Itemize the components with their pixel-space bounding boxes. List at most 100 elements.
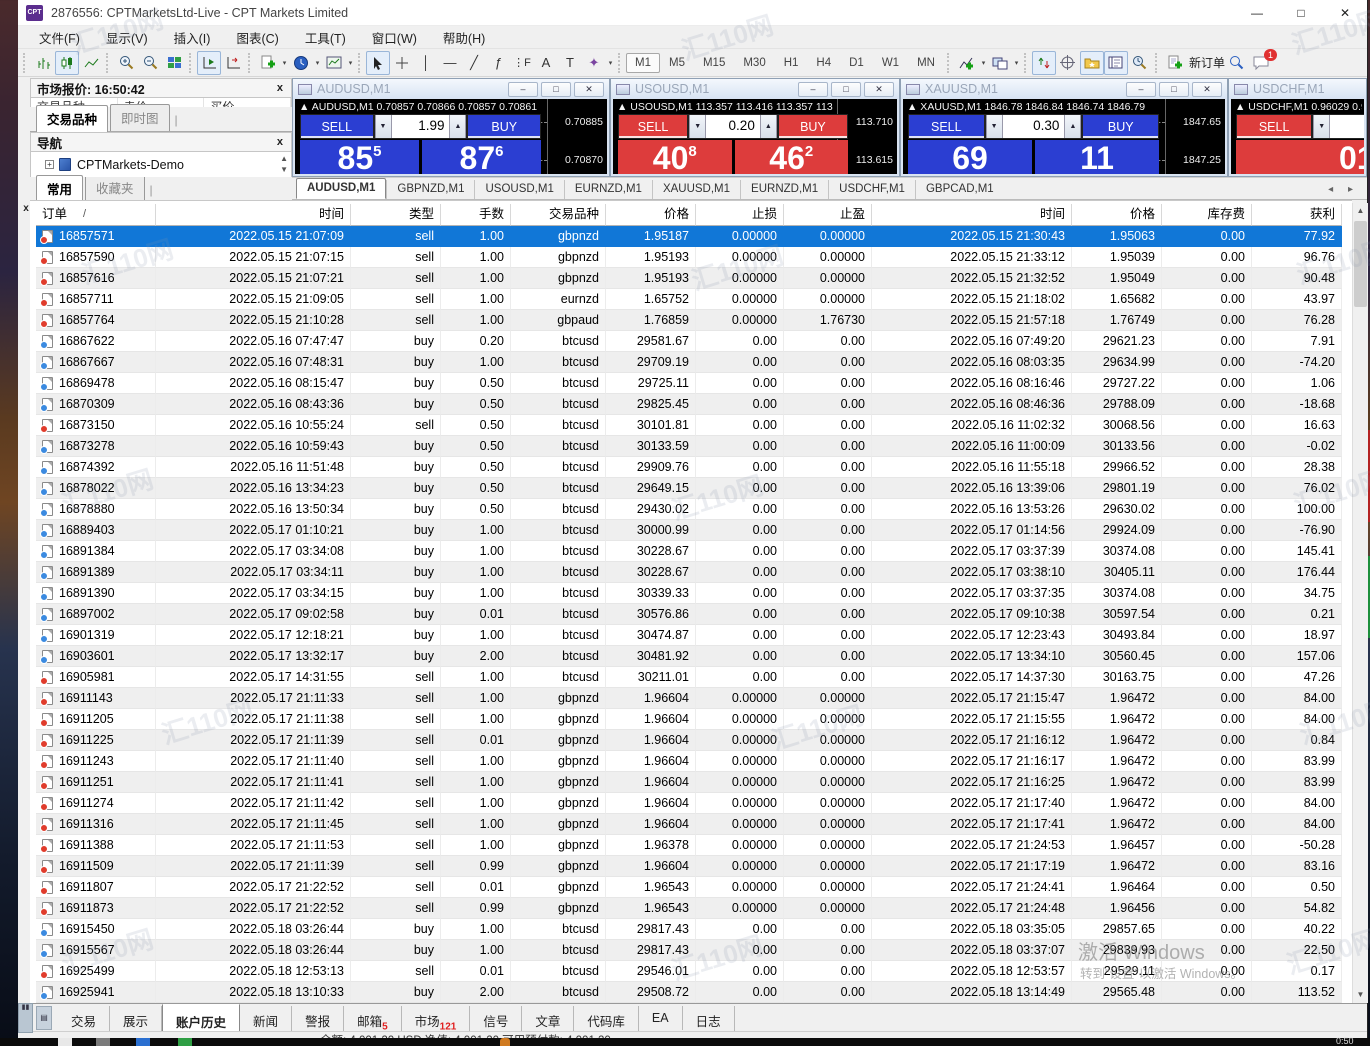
menu-item-4[interactable]: 工具(T)	[292, 25, 359, 50]
chart-canvas[interactable]: ▲ AUDUSD,M1 0.70857 0.70866 0.70857 0.70…	[295, 99, 607, 174]
table-row[interactable]: 169259412022.05.18 13:10:33buy2.00btcusd…	[36, 982, 1342, 1003]
favorites-folder-icon[interactable]	[1080, 51, 1104, 75]
chart-canvas[interactable]: ▲ USDCHF,M1 0.96029 0.96 SELL ▼ ▲ BUY 01…	[1231, 99, 1364, 174]
history-panel-close-icon[interactable]: x	[20, 203, 32, 215]
new-window-dropdown-icon[interactable]: ▾	[1012, 51, 1021, 75]
chart-minimize-icon[interactable]: –	[1126, 82, 1156, 97]
text-icon[interactable]: A	[534, 51, 558, 75]
line-chart-icon[interactable]	[79, 51, 103, 75]
chart-tab-4[interactable]: XAUUSD,M1	[652, 180, 740, 199]
header-col-8[interactable]: 时间	[872, 204, 1072, 226]
table-row[interactable]: 169112742022.05.17 21:11:42sell1.00gbpnz…	[36, 793, 1342, 814]
table-scrollbar[interactable]: ▲ ▼	[1352, 203, 1368, 1003]
cursor-icon[interactable]	[366, 51, 390, 75]
table-row[interactable]: 169254992022.05.18 12:53:13sell0.01btcus…	[36, 961, 1342, 982]
table-row[interactable]: 169036012022.05.17 13:32:17buy2.00btcusd…	[36, 646, 1342, 667]
header-col-6[interactable]: 止损	[696, 204, 784, 226]
maximize-icon[interactable]: □	[1279, 0, 1323, 26]
table-row[interactable]: 169118072022.05.17 21:22:52sell0.01gbpnz…	[36, 877, 1342, 898]
candlestick-chart-icon[interactable]	[55, 51, 79, 75]
templates-dropdown-icon[interactable]: ▾	[346, 51, 355, 75]
arrows-tool-icon[interactable]: ✦	[582, 51, 606, 75]
volume-input[interactable]: 0.20	[706, 115, 760, 138]
table-row[interactable]: 169013192022.05.17 12:18:21buy1.00btcusd…	[36, 625, 1342, 646]
bottom-tab-10[interactable]: EA	[639, 1006, 683, 1030]
trendline-icon[interactable]: ╱	[462, 51, 486, 75]
volume-up-icon[interactable]: ▲	[760, 115, 777, 138]
tab-favorites[interactable]: 收藏夹	[85, 174, 145, 201]
header-col-5[interactable]: 价格	[606, 204, 696, 226]
search-icon[interactable]	[1225, 51, 1249, 75]
table-row[interactable]: 168788802022.05.16 13:50:34buy0.50btcusd…	[36, 499, 1342, 520]
menu-item-2[interactable]: 插入(I)	[161, 25, 224, 50]
tab-symbols[interactable]: 交易品种	[36, 105, 108, 132]
chart-tab-6[interactable]: USDCHF,M1	[828, 180, 915, 199]
new-order-list-icon[interactable]	[1163, 51, 1187, 75]
volume-up-icon[interactable]: ▲	[449, 115, 466, 138]
volume-input[interactable]: 1.99	[392, 115, 450, 138]
auto-scroll-icon[interactable]	[197, 51, 221, 75]
close-icon[interactable]: ✕	[1323, 0, 1367, 26]
timeframe-m15[interactable]: M15	[694, 53, 734, 73]
scroll-up-icon[interactable]: ▲	[1353, 203, 1368, 219]
chart-tab-0[interactable]: AUDUSD,M1	[296, 178, 386, 199]
header-col-7[interactable]: 止盈	[784, 204, 872, 226]
new-order-label[interactable]: 新订单	[1189, 54, 1225, 71]
chart-restore-icon[interactable]: □	[831, 82, 861, 97]
table-row[interactable]: 169112252022.05.17 21:11:39sell0.01gbpnz…	[36, 730, 1342, 751]
chart-title-bar[interactable]: USOUSD,M1 – □ ✕	[611, 79, 899, 99]
menu-item-1[interactable]: 显示(V)	[93, 25, 161, 50]
table-row[interactable]: 168913892022.05.17 03:34:11buy1.00btcusd…	[36, 562, 1342, 583]
volume-down-icon[interactable]: ▼	[1313, 115, 1330, 138]
sell-button[interactable]: SELL	[1236, 114, 1312, 139]
equidistant-channel-icon[interactable]: ƒ	[486, 51, 510, 75]
table-row[interactable]: 168577642022.05.15 21:10:28sell1.00gbpau…	[36, 310, 1342, 331]
zoom-out-icon[interactable]	[138, 51, 162, 75]
table-row[interactable]: 168576162022.05.15 21:07:21sell1.00gbpnz…	[36, 268, 1342, 289]
sell-button[interactable]: SELL	[300, 114, 374, 139]
table-row[interactable]: 169112512022.05.17 21:11:41sell1.00gbpnz…	[36, 772, 1342, 793]
notifications-icon[interactable]: 1	[1249, 51, 1273, 75]
chart-canvas[interactable]: ▲ USOUSD,M1 113.357 113.416 113.357 113.…	[613, 99, 897, 174]
taskbar-icon[interactable]	[96, 1038, 110, 1046]
table-row[interactable]: 168577112022.05.15 21:09:05sell1.00eurnz…	[36, 289, 1342, 310]
zoom-in-icon[interactable]	[114, 51, 138, 75]
chart-title-bar[interactable]: XAUUSD,M1 – □ ✕	[901, 79, 1227, 99]
chart-restore-icon[interactable]: □	[541, 82, 571, 97]
timeframe-m1[interactable]: M1	[626, 53, 660, 73]
taskbar-icon[interactable]	[136, 1038, 150, 1046]
chart-restore-icon[interactable]: □	[1159, 82, 1189, 97]
header-col-10[interactable]: 库存费	[1162, 204, 1252, 226]
header-col-3[interactable]: 手数	[441, 204, 511, 226]
account-node[interactable]: CPTMarkets-Demo	[77, 158, 184, 172]
tile-windows-icon[interactable]	[162, 51, 186, 75]
templates-icon[interactable]	[322, 51, 346, 75]
menu-item-5[interactable]: 窗口(W)	[359, 25, 430, 50]
table-row[interactable]: 169113162022.05.17 21:11:45sell1.00gbpnz…	[36, 814, 1342, 835]
table-row[interactable]: 168676672022.05.16 07:48:31buy1.00btcusd…	[36, 352, 1342, 373]
taskbar-icon[interactable]	[58, 1038, 72, 1046]
data-window-target-icon[interactable]	[1056, 51, 1080, 75]
chart-tab-5[interactable]: EURNZD,M1	[740, 180, 828, 199]
volume-down-icon[interactable]: ▼	[689, 115, 706, 138]
table-row[interactable]: 168676222022.05.16 07:47:47buy0.20btcusd…	[36, 331, 1342, 352]
header-col-4[interactable]: 交易品种	[511, 204, 606, 226]
chart-minimize-icon[interactable]: –	[508, 82, 538, 97]
terminal-panel-icon[interactable]	[1104, 51, 1128, 75]
buy-button[interactable]: BUY	[778, 114, 848, 139]
table-row[interactable]: 169118732022.05.17 21:22:52sell0.99gbpnz…	[36, 898, 1342, 919]
volume-down-icon[interactable]: ▼	[375, 115, 392, 138]
tab-tick-chart[interactable]: 即时图	[110, 104, 170, 131]
chart-canvas[interactable]: ▲ XAUUSD,M1 1846.78 1846.84 1846.74 1846…	[903, 99, 1225, 174]
add-indicator-dropdown-icon[interactable]: ▾	[979, 51, 988, 75]
windows-taskbar[interactable]: 0:50	[0, 1038, 1370, 1046]
chart-close-icon[interactable]: ✕	[864, 82, 894, 97]
table-row[interactable]: 168970022022.05.17 09:02:58buy0.01btcusd…	[36, 604, 1342, 625]
new-order-icon[interactable]	[256, 51, 280, 75]
table-row[interactable]: 168780222022.05.16 13:34:23buy0.50btcusd…	[36, 478, 1342, 499]
chart-title-bar[interactable]: AUDUSD,M1 – □ ✕	[293, 79, 609, 99]
table-row[interactable]: 168575902022.05.15 21:07:15sell1.00gbpnz…	[36, 247, 1342, 268]
tab-scroll-arrows-icon[interactable]: ◂ ▸	[1320, 182, 1367, 199]
buy-button[interactable]: BUY	[467, 114, 541, 139]
timeframe-h4[interactable]: H4	[807, 53, 840, 73]
